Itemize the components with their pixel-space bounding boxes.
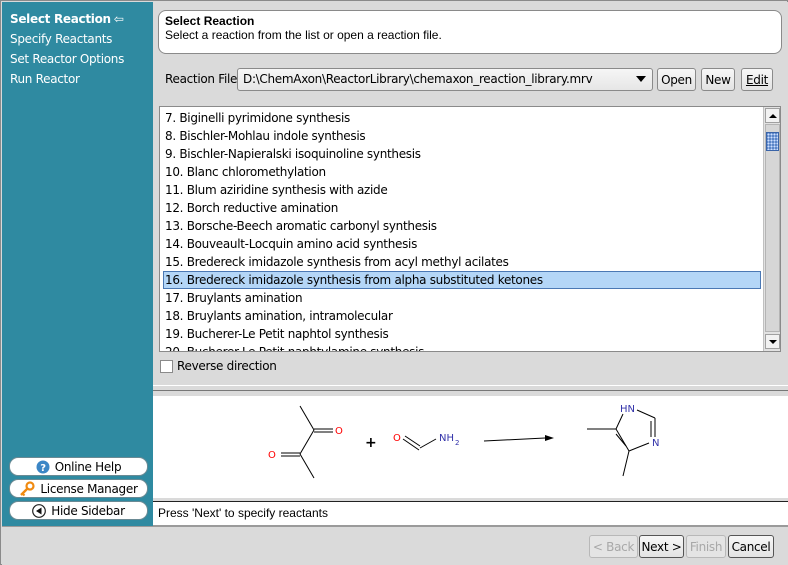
plus-sign: + xyxy=(365,435,377,451)
back-button[interactable]: < Back xyxy=(589,535,638,558)
bond xyxy=(636,409,656,419)
bond xyxy=(299,405,315,431)
cancel-button[interactable]: Cancel xyxy=(728,535,774,558)
reaction-list-item[interactable]: 15. Bredereck imidazole synthesis from a… xyxy=(164,253,509,271)
atom-oxygen: O xyxy=(268,450,276,461)
scroll-track[interactable] xyxy=(765,124,780,332)
chevron-down-icon[interactable] xyxy=(636,76,646,82)
bond xyxy=(419,438,437,449)
svg-text:?: ? xyxy=(40,463,46,474)
license-manager-label: License Manager xyxy=(40,481,138,496)
scroll-down-button[interactable] xyxy=(765,334,780,349)
reaction-list-item[interactable]: 14. Bouveault-Locquin amino acid synthes… xyxy=(164,235,417,253)
reaction-list-item[interactable]: 11. Blum aziridine synthesis with azide xyxy=(164,181,388,199)
atom-nh: HN xyxy=(620,404,635,415)
main-panel: Select Reaction Select a reaction from t… xyxy=(153,2,788,526)
scroll-down-arrow-icon xyxy=(768,339,777,344)
reaction-list-item[interactable]: 8. Bischler-Mohlau indole synthesis xyxy=(164,127,366,145)
reaction-list-item[interactable]: 19. Bucherer-Le Petit naphtol synthesis xyxy=(164,325,389,343)
reaction-list-item[interactable]: 13. Borsche-Beech aromatic carbonyl synt… xyxy=(164,217,437,235)
online-help-label: Online Help xyxy=(54,459,122,474)
current-step-arrow-icon: ⇦ xyxy=(113,12,124,26)
reaction-list-item[interactable]: 18. Bruylants amination, intramolecular xyxy=(164,307,393,325)
nav-step-specify-reactants[interactable]: Specify Reactants xyxy=(10,32,112,46)
divider xyxy=(153,385,788,386)
atom-oxygen: O xyxy=(335,426,343,437)
edit-label: Edit xyxy=(745,72,769,87)
nav-step-label: Select Reaction xyxy=(10,12,111,26)
hide-sidebar-button[interactable]: Hide Sidebar xyxy=(9,501,148,520)
new-button[interactable]: New xyxy=(701,68,735,91)
nav-step-set-reactor-options[interactable]: Set Reactor Options xyxy=(10,52,124,66)
reaction-list-item[interactable]: 20. Bucherer-Le Petit naphtylamine synth… xyxy=(164,343,424,351)
bond xyxy=(299,429,315,455)
scroll-up-arrow-icon xyxy=(768,113,777,118)
reaction-file-label: Reaction File: xyxy=(165,72,241,86)
step-description: Select a reaction from the list or open … xyxy=(165,28,442,42)
double-bond xyxy=(402,438,420,451)
scroll-up-button[interactable] xyxy=(765,108,780,123)
reactor-wizard-window: Select Reaction ⇦ Specify Reactants Set R… xyxy=(0,0,788,565)
sidebar: Select Reaction ⇦ Specify Reactants Set R… xyxy=(2,2,153,526)
vertical-scrollbar[interactable] xyxy=(763,107,780,351)
bond xyxy=(615,428,630,452)
arrow-head-icon xyxy=(545,435,554,441)
status-text: Press 'Next' to specify reactants xyxy=(158,506,328,520)
bond xyxy=(622,450,630,477)
reaction-preview: O O O NH 2 HN N + xyxy=(153,396,788,498)
step-header: Select Reaction Select a reaction from t… xyxy=(158,10,782,54)
nav-step-select-reaction[interactable]: Select Reaction ⇦ xyxy=(10,12,124,26)
reaction-list-item[interactable]: 10. Blanc chloromethylation xyxy=(164,163,326,181)
double-bond xyxy=(404,435,421,447)
reaction-arrow xyxy=(483,437,546,442)
atom-oxygen: O xyxy=(393,433,401,444)
bond xyxy=(615,413,624,430)
wizard-footer: < Back Next > Finish Cancel xyxy=(2,526,788,565)
reaction-list-item[interactable]: 9. Bischler-Napieralski isoquinoline syn… xyxy=(164,145,421,163)
edit-button[interactable]: Edit xyxy=(741,68,773,91)
reaction-list-item[interactable]: 16. Bredereck imidazole synthesis from a… xyxy=(163,271,761,289)
reverse-direction-option[interactable]: Reverse direction xyxy=(160,359,277,373)
double-bond xyxy=(615,433,627,447)
finish-button[interactable]: Finish xyxy=(686,535,726,558)
step-title: Select Reaction xyxy=(165,14,255,28)
next-button[interactable]: Next > xyxy=(639,535,684,558)
reaction-scheme: O O O NH 2 HN N + xyxy=(268,404,659,479)
reverse-direction-label: Reverse direction xyxy=(177,359,277,373)
open-button[interactable]: Open xyxy=(657,68,696,91)
splitter[interactable] xyxy=(153,390,788,391)
reaction-list-item[interactable]: 7. Biginelli pyrimidone synthesis xyxy=(164,109,350,127)
license-manager-button[interactable]: License Manager xyxy=(9,479,148,498)
bond xyxy=(299,453,315,479)
hide-sidebar-label: Hide Sidebar xyxy=(51,503,125,518)
back-arrow-icon xyxy=(32,503,47,518)
reaction-list-item[interactable]: 17. Bruylants amination xyxy=(164,289,303,307)
reaction-list-item[interactable]: 12. Borch reductive amination xyxy=(164,199,338,217)
status-bar: Press 'Next' to specify reactants xyxy=(153,501,788,526)
atom-subscript: 2 xyxy=(455,439,459,447)
key-icon xyxy=(19,480,36,497)
reaction-file-value: D:\ChemAxon\ReactorLibrary\chemaxon_reac… xyxy=(243,72,593,86)
reverse-direction-checkbox[interactable] xyxy=(160,359,173,373)
online-help-button[interactable]: ? Online Help xyxy=(9,457,148,476)
atom-amine: NH xyxy=(439,433,454,444)
bond xyxy=(628,442,650,452)
atom-nitrogen: N xyxy=(652,438,659,449)
reaction-list[interactable]: 7. Biginelli pyrimidone synthesis 8. Bisc… xyxy=(159,106,781,352)
reaction-file-dropdown[interactable]: D:\ChemAxon\ReactorLibrary\chemaxon_reac… xyxy=(237,68,653,91)
scroll-thumb[interactable] xyxy=(766,132,779,151)
help-icon: ? xyxy=(36,460,50,474)
nav-step-run-reactor[interactable]: Run Reactor xyxy=(10,72,80,86)
